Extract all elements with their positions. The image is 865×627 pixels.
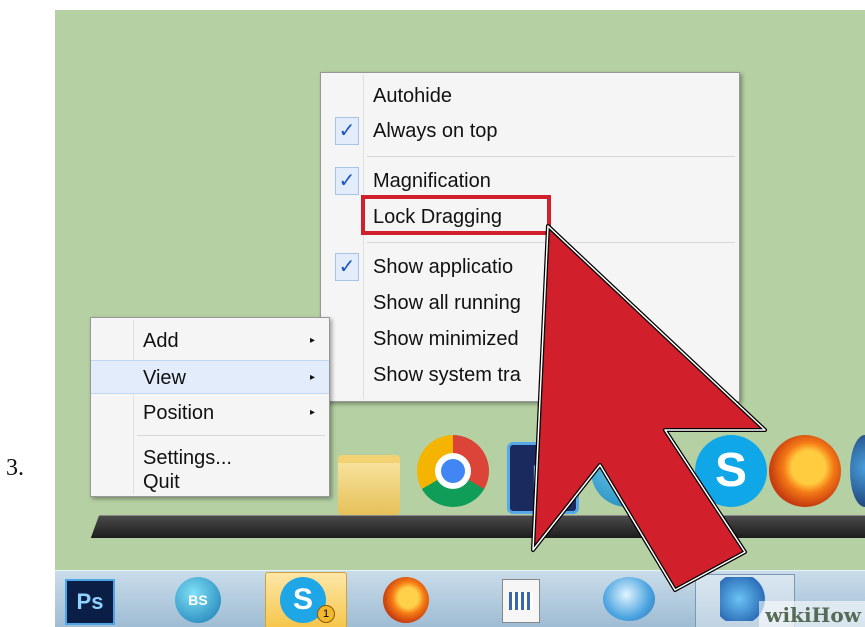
desktop-area: P S Ps BS S 1 Autohide ✓ Always on top ✓… [55,10,865,627]
step-number: 3. [6,455,24,481]
pointer-arrow-icon [531,224,767,592]
watermark: wikiHow [759,601,865,627]
